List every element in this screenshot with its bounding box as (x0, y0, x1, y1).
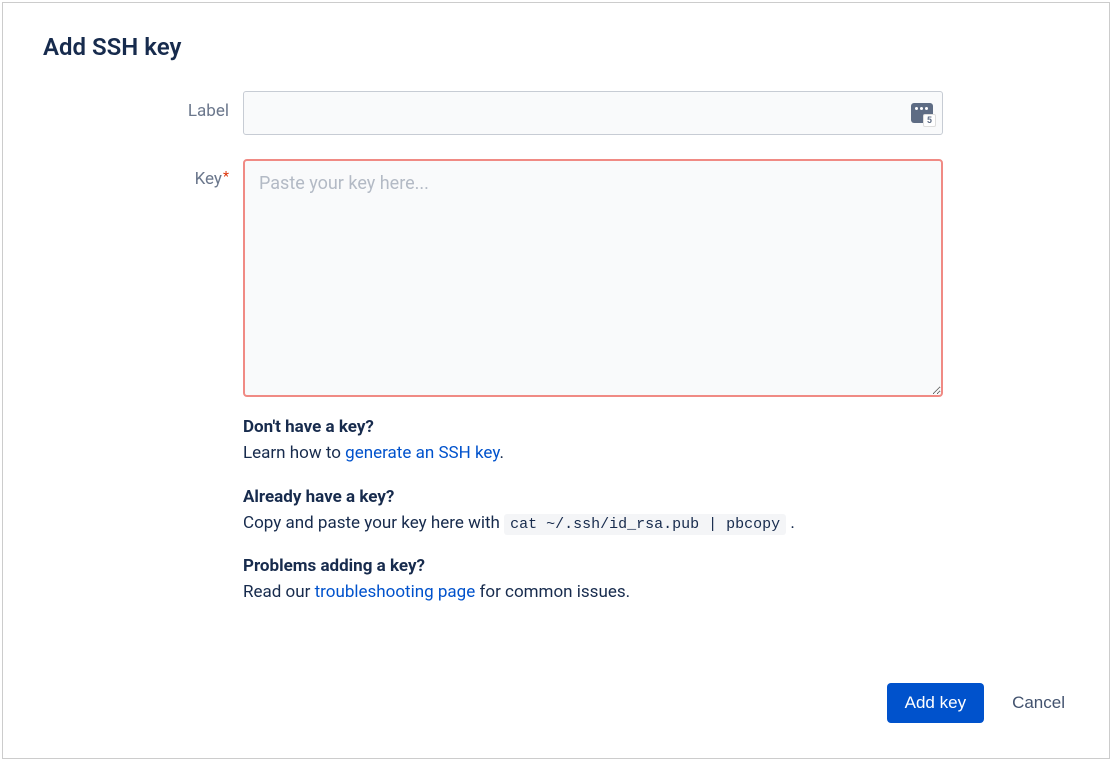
add-key-button[interactable]: Add key (887, 683, 984, 723)
add-ssh-key-panel: Add SSH key Label Key* Don't have a key?… (2, 2, 1110, 759)
help-problems: Problems adding a key? Read our troubles… (243, 556, 943, 606)
copy-command-code: cat ~/.ssh/id_rsa.pub | pbcopy (504, 514, 786, 535)
help-no-key-text: Learn how to generate an SSH key. (243, 441, 943, 467)
help-no-key-heading: Don't have a key? (243, 417, 943, 437)
key-row: Key* (43, 159, 1069, 401)
help-problems-heading: Problems adding a key? (243, 556, 943, 576)
password-suggestion-icon[interactable] (911, 103, 933, 123)
key-textarea[interactable] (243, 159, 943, 397)
cancel-button[interactable]: Cancel (1008, 683, 1069, 723)
help-have-key-heading: Already have a key? (243, 487, 943, 507)
help-have-key-prefix: Copy and paste your key here with (243, 513, 504, 533)
key-field-label: Key* (43, 159, 243, 189)
page-title: Add SSH key (43, 33, 1069, 61)
troubleshooting-link[interactable]: troubleshooting page (315, 582, 476, 602)
generate-ssh-key-link[interactable]: generate an SSH key (345, 443, 499, 463)
help-problems-text: Read our troubleshooting page for common… (243, 580, 943, 606)
key-label-text: Key (195, 169, 222, 189)
required-asterisk: * (223, 169, 229, 185)
help-have-key-text: Copy and paste your key here with cat ~/… (243, 511, 943, 537)
help-no-key-prefix: Learn how to (243, 443, 345, 463)
label-field-label: Label (43, 91, 243, 121)
help-problems-prefix: Read our (243, 582, 315, 602)
label-input[interactable] (243, 91, 943, 135)
help-no-key-suffix: . (499, 443, 503, 463)
label-input-wrap (243, 91, 943, 135)
key-textarea-wrap (243, 159, 943, 401)
help-have-key-suffix: . (786, 513, 795, 533)
help-section: Don't have a key? Learn how to generate … (243, 417, 943, 606)
help-no-key: Don't have a key? Learn how to generate … (243, 417, 943, 467)
help-problems-suffix: for common issues. (475, 582, 630, 602)
button-row: Add key Cancel (887, 683, 1069, 723)
help-have-key: Already have a key? Copy and paste your … (243, 487, 943, 537)
label-row: Label (43, 91, 1069, 135)
